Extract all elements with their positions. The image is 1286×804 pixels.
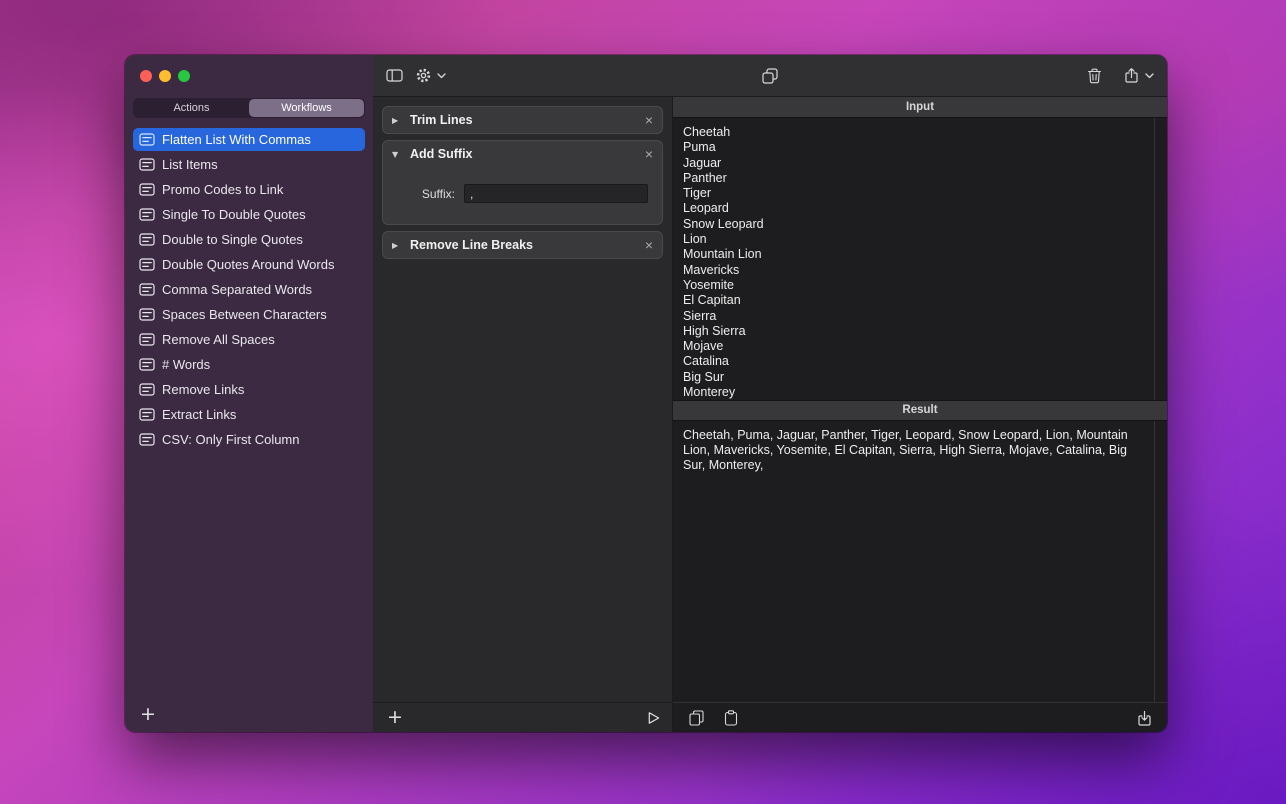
step-card-add-suffix: ▼ Add Suffix × Suffix: (382, 140, 663, 225)
input-header: Input (673, 97, 1167, 118)
sidebar-item-promo-codes-to-link[interactable]: Promo Codes to Link (133, 178, 365, 201)
share-icon (1124, 67, 1139, 84)
sidebar-item-label: Comma Separated Words (162, 282, 312, 297)
steps-list: ▶ Trim Lines × ▼ Add Suffix × (373, 97, 672, 702)
sidebar-item-label: Remove All Spaces (162, 332, 275, 347)
disclosure-collapsed-icon[interactable]: ▶ (392, 116, 403, 125)
workflow-settings-button[interactable] (415, 67, 446, 84)
workflow-icon (139, 333, 155, 346)
close-icon[interactable]: × (645, 147, 653, 161)
sidebar-item-label: # Words (162, 357, 210, 372)
tab-actions[interactable]: Actions (134, 99, 249, 117)
result-header: Result (673, 400, 1167, 421)
run-workflow-button[interactable] (646, 710, 661, 726)
workflow-icon (139, 158, 155, 171)
sidebar-item-double-to-single-quotes[interactable]: Double to Single Quotes (133, 228, 365, 251)
minimize-window-button[interactable] (159, 70, 171, 82)
io-bottom-bar (673, 702, 1167, 732)
toolbar (373, 55, 1167, 97)
step-title: Trim Lines (410, 113, 638, 127)
sidebar-item-label: Spaces Between Characters (162, 307, 327, 322)
sidebar-item-comma-separated-words[interactable]: Comma Separated Words (133, 278, 365, 301)
close-icon[interactable]: × (645, 238, 653, 252)
sidebar-item-csv-only-first-column[interactable]: CSV: Only First Column (133, 428, 365, 451)
zoom-window-button[interactable] (178, 70, 190, 82)
close-icon[interactable]: × (645, 113, 653, 127)
workflow-icon (139, 358, 155, 371)
content-area: ▶ Trim Lines × ▼ Add Suffix × (373, 97, 1167, 732)
workflow-icon (139, 283, 155, 296)
plus-icon: + (140, 703, 156, 725)
input-text-area[interactable]: Cheetah Puma Jaguar Panther Tiger Leopar… (673, 118, 1167, 400)
gear-icon (415, 67, 432, 84)
copy-icon[interactable] (689, 710, 704, 726)
sidebar-item-double-quotes-around-words[interactable]: Double Quotes Around Words (133, 253, 365, 276)
add-workflow-button[interactable]: + (140, 705, 156, 725)
sidebar-item-label: Double to Single Quotes (162, 232, 303, 247)
step-card-remove-line-breaks: ▶ Remove Line Breaks × (382, 231, 663, 259)
workflow-icon (139, 183, 155, 196)
chevron-down-icon (437, 73, 446, 79)
sidebar-item-spaces-between-characters[interactable]: Spaces Between Characters (133, 303, 365, 326)
app-window: Actions Workflows Flatten List With Comm… (125, 55, 1167, 732)
sidebar: Actions Workflows Flatten List With Comm… (125, 55, 373, 732)
workflow-list: Flatten List With Commas List Items Prom… (125, 128, 373, 732)
suffix-label: Suffix: (397, 187, 455, 201)
workflow-icon (139, 308, 155, 321)
workflow-steps-panel: ▶ Trim Lines × ▼ Add Suffix × (373, 97, 673, 732)
paste-icon[interactable] (724, 710, 738, 726)
workflow-icon (139, 233, 155, 246)
sidebar-segmented-control: Actions Workflows (133, 98, 365, 118)
workflow-icon (139, 133, 155, 146)
sidebar-item-words[interactable]: # Words (133, 353, 365, 376)
window-controls (140, 70, 373, 82)
tab-workflows[interactable]: Workflows (249, 99, 364, 117)
chevron-down-icon (1145, 73, 1154, 79)
toolbar-center-group (762, 67, 779, 84)
sidebar-item-label: Promo Codes to Link (162, 182, 283, 197)
workflow-icon (139, 383, 155, 396)
step-body: Suffix: (383, 167, 662, 224)
add-step-button[interactable]: + (387, 708, 403, 727)
sidebar-item-label: CSV: Only First Column (162, 432, 300, 447)
steps-bottom-bar: + (373, 702, 672, 732)
sidebar-item-remove-links[interactable]: Remove Links (133, 378, 365, 401)
step-card-trim-lines: ▶ Trim Lines × (382, 106, 663, 134)
trash-icon[interactable] (1087, 68, 1102, 84)
step-title: Add Suffix (410, 147, 638, 161)
sidebar-item-label: List Items (162, 157, 218, 172)
workflow-icon (139, 258, 155, 271)
step-header[interactable]: ▶ Remove Line Breaks × (383, 232, 662, 258)
result-text-area: Cheetah, Puma, Jaguar, Panther, Tiger, L… (673, 421, 1167, 703)
sidebar-item-label: Extract Links (162, 407, 236, 422)
duplicate-icon[interactable] (762, 67, 779, 84)
sidebar-toggle-icon[interactable] (386, 69, 403, 82)
sidebar-item-single-to-double-quotes[interactable]: Single To Double Quotes (133, 203, 365, 226)
toolbar-right-group (1087, 67, 1167, 84)
close-window-button[interactable] (140, 70, 152, 82)
sidebar-item-extract-links[interactable]: Extract Links (133, 403, 365, 426)
sidebar-item-label: Flatten List With Commas (162, 132, 311, 147)
workflow-icon (139, 433, 155, 446)
workflow-icon (139, 408, 155, 421)
disclosure-expanded-icon[interactable]: ▼ (392, 150, 403, 159)
step-header[interactable]: ▼ Add Suffix × (383, 141, 662, 167)
sidebar-item-list-items[interactable]: List Items (133, 153, 365, 176)
sidebar-item-remove-all-spaces[interactable]: Remove All Spaces (133, 328, 365, 351)
sidebar-item-label: Single To Double Quotes (162, 207, 306, 222)
main-area: ▶ Trim Lines × ▼ Add Suffix × (373, 55, 1167, 732)
suffix-input[interactable] (464, 184, 648, 203)
sidebar-item-flatten-list-with-commas[interactable]: Flatten List With Commas (133, 128, 365, 151)
toolbar-left-group (373, 67, 446, 84)
disclosure-collapsed-icon[interactable]: ▶ (392, 241, 403, 250)
step-title: Remove Line Breaks (410, 238, 638, 252)
io-panel: Input Cheetah Puma Jaguar Panther Tiger … (673, 97, 1167, 732)
step-header[interactable]: ▶ Trim Lines × (383, 107, 662, 133)
sidebar-item-label: Remove Links (162, 382, 244, 397)
save-result-icon[interactable] (1137, 710, 1152, 726)
workflow-icon (139, 208, 155, 221)
share-button[interactable] (1124, 67, 1154, 84)
sidebar-item-label: Double Quotes Around Words (162, 257, 334, 272)
